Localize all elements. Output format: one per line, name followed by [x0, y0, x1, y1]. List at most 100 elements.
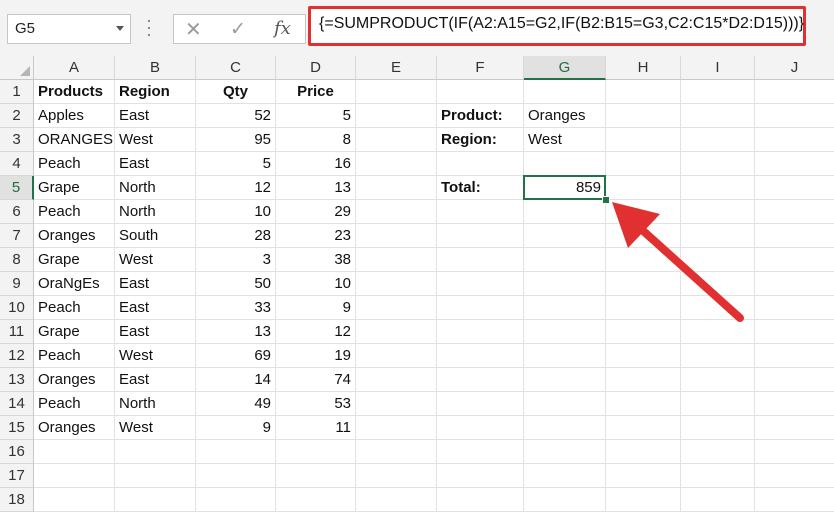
data-cell[interactable]: Peach: [34, 200, 115, 224]
grid-cell[interactable]: [356, 488, 437, 512]
grid-cell[interactable]: [755, 296, 834, 320]
insert-function-icon[interactable]: fx: [274, 18, 291, 39]
grid-cell[interactable]: [356, 416, 437, 440]
grid-cell[interactable]: [606, 344, 681, 368]
chevron-down-icon[interactable]: [116, 26, 124, 31]
column-header-g[interactable]: G: [524, 56, 606, 80]
row-header-8[interactable]: 8: [0, 248, 34, 272]
grid-cell[interactable]: [524, 200, 606, 224]
data-cell[interactable]: 23: [276, 224, 356, 248]
data-cell[interactable]: 12: [276, 320, 356, 344]
column-header-c[interactable]: C: [196, 56, 276, 80]
data-cell[interactable]: 19: [276, 344, 356, 368]
row-header-14[interactable]: 14: [0, 392, 34, 416]
grid-cell[interactable]: [524, 248, 606, 272]
grid-cell[interactable]: [681, 176, 755, 200]
data-cell[interactable]: 69: [196, 344, 276, 368]
data-cell[interactable]: 5: [196, 152, 276, 176]
grid-cell[interactable]: [437, 200, 524, 224]
grid-cell[interactable]: [606, 176, 681, 200]
data-cell[interactable]: 38: [276, 248, 356, 272]
grid-cell[interactable]: [755, 440, 834, 464]
grid-cell[interactable]: [681, 80, 755, 104]
grid-cell[interactable]: [437, 344, 524, 368]
grid-cell[interactable]: [606, 392, 681, 416]
grid-cell[interactable]: [681, 104, 755, 128]
grid-cell[interactable]: [681, 416, 755, 440]
grid-cell[interactable]: [437, 296, 524, 320]
grid-cell[interactable]: [606, 464, 681, 488]
data-cell[interactable]: Peach: [34, 152, 115, 176]
fill-handle[interactable]: [602, 196, 610, 204]
data-cell[interactable]: East: [115, 104, 196, 128]
splitter-handle-icon[interactable]: [148, 20, 151, 38]
grid-cell[interactable]: [755, 488, 834, 512]
grid-cell[interactable]: [356, 392, 437, 416]
column-title-cell[interactable]: Price: [276, 80, 356, 104]
data-cell[interactable]: Grape: [34, 320, 115, 344]
column-header-b[interactable]: B: [115, 56, 196, 80]
data-cell[interactable]: North: [115, 392, 196, 416]
data-cell[interactable]: Oranges: [34, 224, 115, 248]
grid-cell[interactable]: [755, 248, 834, 272]
data-cell[interactable]: North: [115, 176, 196, 200]
grid-cell[interactable]: [606, 224, 681, 248]
data-cell[interactable]: 12: [196, 176, 276, 200]
column-header-e[interactable]: E: [356, 56, 437, 80]
data-cell[interactable]: East: [115, 320, 196, 344]
grid-cell[interactable]: [356, 296, 437, 320]
data-cell[interactable]: 11: [276, 416, 356, 440]
grid-cell[interactable]: [356, 248, 437, 272]
row-header-16[interactable]: 16: [0, 440, 34, 464]
grid-cell[interactable]: [356, 176, 437, 200]
grid-cell[interactable]: [755, 104, 834, 128]
data-cell[interactable]: West: [115, 344, 196, 368]
name-box[interactable]: G5: [7, 14, 131, 44]
grid-cell[interactable]: [681, 392, 755, 416]
data-cell[interactable]: 13: [196, 320, 276, 344]
grid-cell[interactable]: [356, 368, 437, 392]
row-header-4[interactable]: 4: [0, 152, 34, 176]
data-cell[interactable]: West: [115, 416, 196, 440]
product-value-cell[interactable]: Oranges: [524, 104, 606, 128]
check-icon[interactable]: ✓: [230, 18, 246, 41]
data-cell[interactable]: 9: [196, 416, 276, 440]
data-cell[interactable]: Apples: [34, 104, 115, 128]
grid-cell[interactable]: [681, 344, 755, 368]
total-label-cell[interactable]: Total:: [437, 176, 524, 200]
grid-cell[interactable]: [755, 272, 834, 296]
grid-cell[interactable]: [524, 224, 606, 248]
grid-cell[interactable]: [524, 440, 606, 464]
formula-input[interactable]: {=SUMPRODUCT(IF(A2:A15=G2,IF(B2:B15=G3,C…: [308, 6, 806, 46]
grid-cell[interactable]: [276, 488, 356, 512]
data-cell[interactable]: 16: [276, 152, 356, 176]
grid-cell[interactable]: [755, 392, 834, 416]
grid-cell[interactable]: [34, 464, 115, 488]
grid-cell[interactable]: [437, 416, 524, 440]
grid-cell[interactable]: [524, 152, 606, 176]
grid-cell[interactable]: [606, 416, 681, 440]
grid-cell[interactable]: [437, 320, 524, 344]
column-title-cell[interactable]: Region: [115, 80, 196, 104]
grid-cell[interactable]: [606, 488, 681, 512]
grid-cell[interactable]: [606, 200, 681, 224]
data-cell[interactable]: West: [115, 248, 196, 272]
data-cell[interactable]: 8: [276, 128, 356, 152]
data-cell[interactable]: East: [115, 368, 196, 392]
grid-cell[interactable]: [115, 440, 196, 464]
grid-cell[interactable]: [681, 128, 755, 152]
data-cell[interactable]: 10: [276, 272, 356, 296]
data-cell[interactable]: 9: [276, 296, 356, 320]
region-label-cell[interactable]: Region:: [437, 128, 524, 152]
data-cell[interactable]: East: [115, 272, 196, 296]
data-cell[interactable]: Grape: [34, 176, 115, 200]
row-header-18[interactable]: 18: [0, 488, 34, 512]
grid-cell[interactable]: [196, 440, 276, 464]
data-cell[interactable]: 74: [276, 368, 356, 392]
row-header-1[interactable]: 1: [0, 80, 34, 104]
data-cell[interactable]: 28: [196, 224, 276, 248]
grid-cell[interactable]: [606, 440, 681, 464]
grid-cell[interactable]: [755, 320, 834, 344]
data-cell[interactable]: ORANGES: [34, 128, 115, 152]
grid-cell[interactable]: [196, 488, 276, 512]
